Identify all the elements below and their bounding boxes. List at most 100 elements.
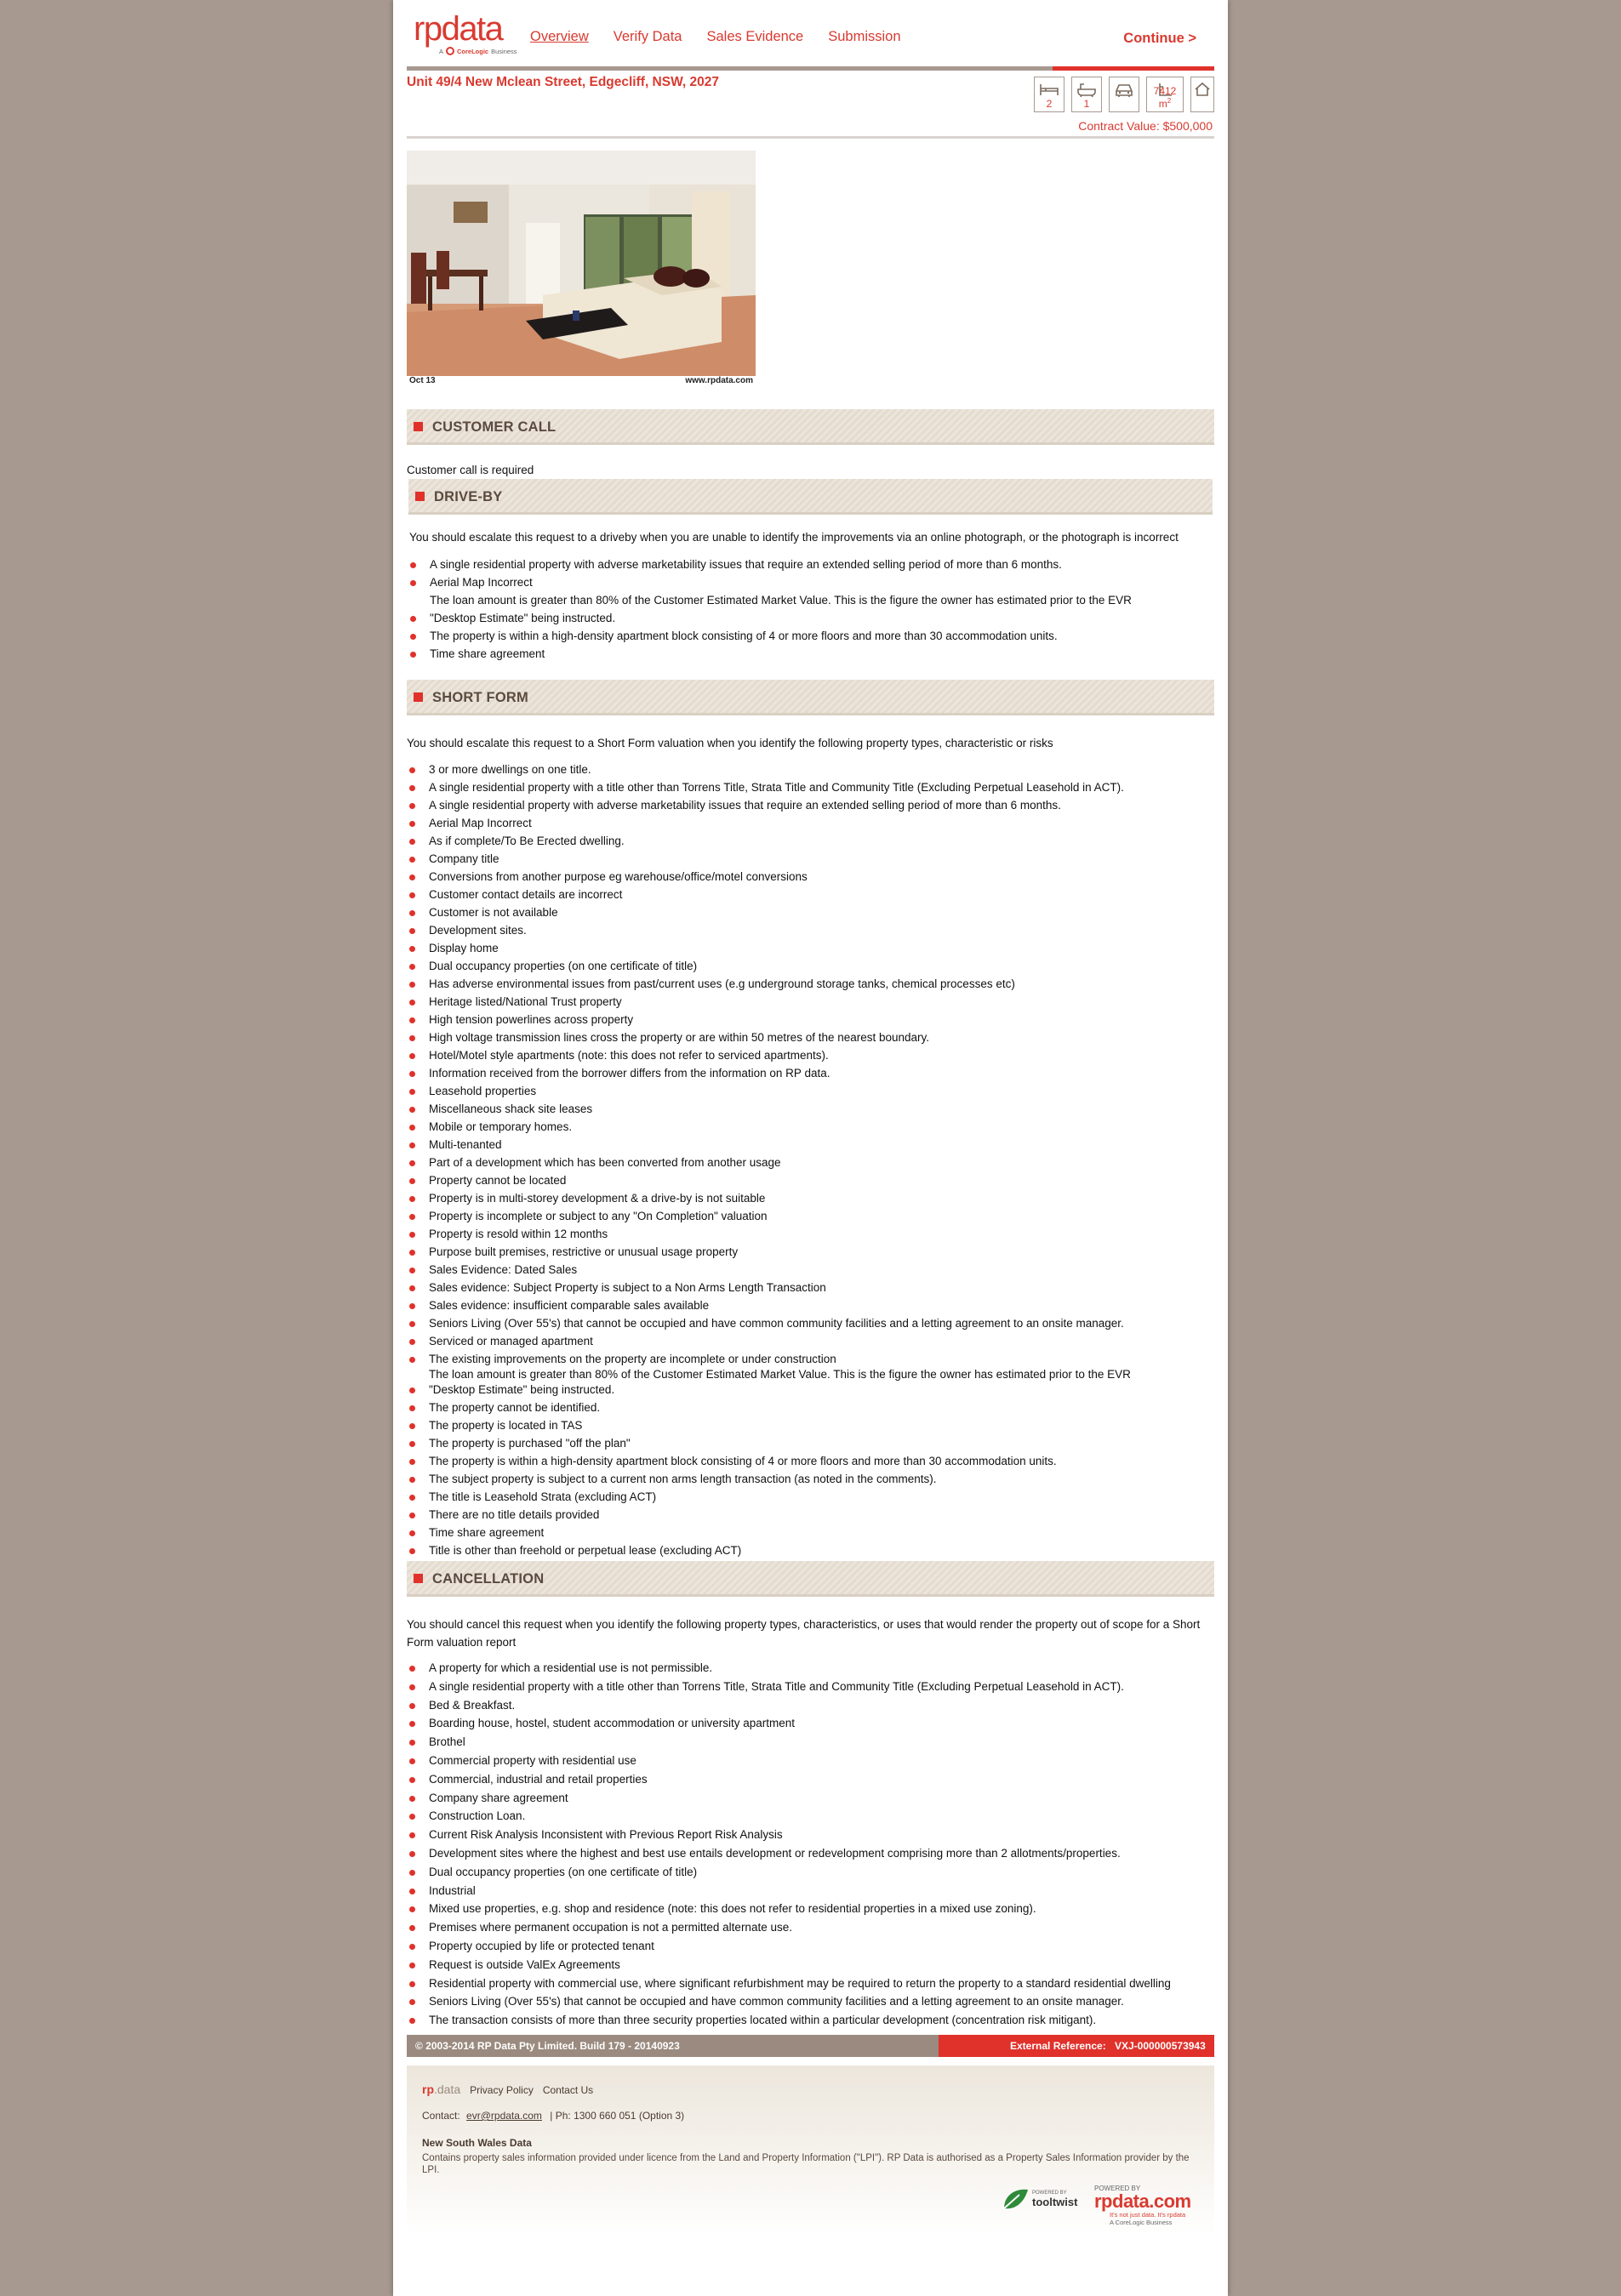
contract-value: Contract Value: $500,000	[1078, 119, 1213, 133]
list-item: Property is in multi-storey development …	[407, 1189, 1214, 1207]
cancellation-list: A property for which a residential use i…	[407, 1659, 1214, 2030]
progress-bar	[407, 66, 1214, 71]
list-item: As if complete/To Be Erected dwelling.	[407, 832, 1214, 850]
contact-email-link[interactable]: evr@rpdata.com	[466, 2110, 542, 2122]
drive-by-header: DRIVE-BY	[408, 479, 1213, 515]
list-item: A property for which a residential use i…	[407, 1659, 1214, 1678]
tooltwist-leaf-icon	[1003, 2189, 1028, 2209]
rpdata-tagline: It's not just data. It's rpdata	[1110, 2211, 1186, 2219]
land-area-attribute: 7412 m2	[1146, 77, 1184, 112]
living-room-photo	[407, 151, 756, 376]
list-item: Customer contact details are incorrect	[407, 886, 1214, 903]
nsw-data-title: New South Wales Data	[422, 2137, 532, 2149]
list-item: Time share agreement	[408, 645, 1215, 663]
logo-sub-suffix: Business	[491, 47, 517, 55]
list-item: The title is Leasehold Strata (excluding…	[407, 1488, 1214, 1506]
section-title: DRIVE-BY	[434, 489, 503, 504]
list-item: Current Risk Analysis Inconsistent with …	[407, 1826, 1214, 1844]
contact-line: Contact: evr@rpdata.com | Ph: 1300 660 0…	[422, 2110, 684, 2122]
photo-watermark: www.rpdata.com	[685, 376, 753, 385]
nav-overview[interactable]: Overview	[530, 29, 589, 45]
nav-submission[interactable]: Submission	[828, 29, 900, 45]
list-item: Company title	[407, 850, 1214, 868]
list-item: Seniors Living (Over 55's) that cannot b…	[407, 1314, 1214, 1332]
logo-sub-prefix: A	[439, 47, 444, 55]
list-item: Customer is not available	[407, 903, 1214, 921]
list-item: Premises where permanent occupation is n…	[407, 1918, 1214, 1937]
bathrooms-attribute: 1	[1071, 77, 1102, 112]
list-item: High tension powerlines across property	[407, 1011, 1214, 1028]
property-attributes: 2 1 7412 m2	[1034, 77, 1214, 112]
list-item: Property is incomplete or subject to any…	[407, 1207, 1214, 1225]
list-item: Information received from the borrower d…	[407, 1064, 1214, 1082]
nav-verify-data[interactable]: Verify Data	[614, 29, 682, 45]
car-icon	[1116, 84, 1133, 97]
logo-sub-brand: CoreLogic	[457, 47, 489, 55]
list-item: Commercial, industrial and retail proper…	[407, 1770, 1214, 1789]
bedrooms-attribute: 2	[1034, 77, 1064, 112]
list-item: Boarding house, hostel, student accommod…	[407, 1714, 1214, 1733]
list-item: Commercial property with residential use	[407, 1752, 1214, 1770]
site-footer: rp.data Privacy Policy Contact Us Contac…	[407, 2065, 1214, 2236]
logo-wordmark: rpdata	[414, 10, 504, 48]
list-item: High voltage transmission lines cross th…	[407, 1028, 1214, 1046]
header-divider	[407, 136, 1214, 139]
property-type-attribute	[1190, 77, 1214, 112]
list-item: Company share agreement	[407, 1789, 1214, 1808]
list-item: Development sites.	[407, 921, 1214, 939]
rpdata-com-logo: rpdata.com	[1094, 2191, 1191, 2212]
tooltwist-text: POWERED BY tooltwist	[1032, 2191, 1077, 2208]
header: rpdata A CoreLogic Business Overview Ver…	[407, 0, 1214, 71]
footer-logo-a: rp	[422, 2082, 434, 2096]
drive-by-intro: You should escalate this request to a dr…	[409, 531, 1179, 544]
list-item: "Desktop Estimate" being instructed.	[407, 1381, 1214, 1399]
continue-button[interactable]: Continue >	[1123, 31, 1196, 47]
list-item: Multi-tenanted	[407, 1136, 1214, 1154]
tooltwist-badge[interactable]: POWERED BY tooltwist	[1001, 2186, 1077, 2212]
list-item: Leasehold properties	[407, 1082, 1214, 1100]
external-reference: External Reference: VXJ-000000573943	[939, 2035, 1214, 2057]
photo-date: Oct 13	[409, 376, 436, 385]
list-item: Dual occupancy properties (on one certif…	[407, 957, 1214, 975]
main-nav: Overview Verify Data Sales Evidence Subm…	[530, 29, 901, 45]
list-item: "Desktop Estimate" being instructed.	[408, 609, 1215, 627]
section-marker-icon	[415, 492, 425, 501]
list-item: The subject property is subject to a cur…	[407, 1470, 1214, 1488]
list-item: The transaction consists of more than th…	[407, 2011, 1214, 2030]
footer-logo[interactable]: rp.data	[422, 2082, 460, 2096]
list-item: Heritage listed/National Trust property	[407, 993, 1214, 1011]
land-area-unit-sup: 2	[1167, 97, 1172, 105]
ext-ref-label: External Reference:	[1010, 2040, 1106, 2052]
car-spaces-attribute	[1109, 77, 1139, 112]
list-item: Construction Loan.	[407, 1807, 1214, 1826]
property-photo[interactable]: Oct 13 www.rpdata.com	[407, 151, 756, 385]
nav-sales-evidence[interactable]: Sales Evidence	[706, 29, 803, 45]
bathrooms-count: 1	[1083, 98, 1090, 110]
list-item: Mixed use properties, e.g. shop and resi…	[407, 1900, 1214, 1918]
list-item: Bed & Breakfast.	[407, 1696, 1214, 1715]
list-item: Sales Evidence: Dated Sales	[407, 1261, 1214, 1279]
short-form-loan-note: The loan amount is greater than 80% of t…	[429, 1368, 1131, 1381]
short-form-header: SHORT FORM	[407, 680, 1214, 715]
list-item: Request is outside ValEx Agreements	[407, 1956, 1214, 1974]
list-item: A single residential property with a tit…	[407, 778, 1214, 796]
nsw-data-text: Contains property sales information prov…	[422, 2153, 1190, 2175]
list-item: Development sites where the highest and …	[407, 1844, 1214, 1863]
powered-by-rpdata[interactable]: POWERED BY rpdata.com It's not just data…	[1094, 2185, 1191, 2226]
list-item: Purpose built premises, restrictive or u…	[407, 1243, 1214, 1261]
list-item: Dual occupancy properties (on one certif…	[407, 1863, 1214, 1882]
list-item: The property cannot be identified.	[407, 1399, 1214, 1416]
contact-us-link[interactable]: Contact Us	[543, 2084, 593, 2096]
copyright: © 2003-2014 RP Data Pty Limited. Build 1…	[415, 2040, 680, 2052]
cancellation-header: CANCELLATION	[407, 1561, 1214, 1597]
footer-links: rp.data Privacy Policy Contact Us	[422, 2082, 593, 2096]
list-item: Display home	[407, 939, 1214, 957]
rpdata-logo[interactable]: rpdata A CoreLogic Business	[414, 12, 524, 63]
short-form-intro: You should escalate this request to a Sh…	[407, 737, 1053, 749]
list-item: The property is purchased "off the plan"	[407, 1434, 1214, 1452]
privacy-policy-link[interactable]: Privacy Policy	[470, 2084, 534, 2096]
short-form-list: 3 or more dwellings on one title. A singl…	[407, 761, 1214, 1368]
drive-by-list: A single residential property with adver…	[408, 555, 1215, 663]
list-item: Serviced or managed apartment	[407, 1332, 1214, 1350]
list-item: A single residential property with adver…	[407, 796, 1214, 814]
